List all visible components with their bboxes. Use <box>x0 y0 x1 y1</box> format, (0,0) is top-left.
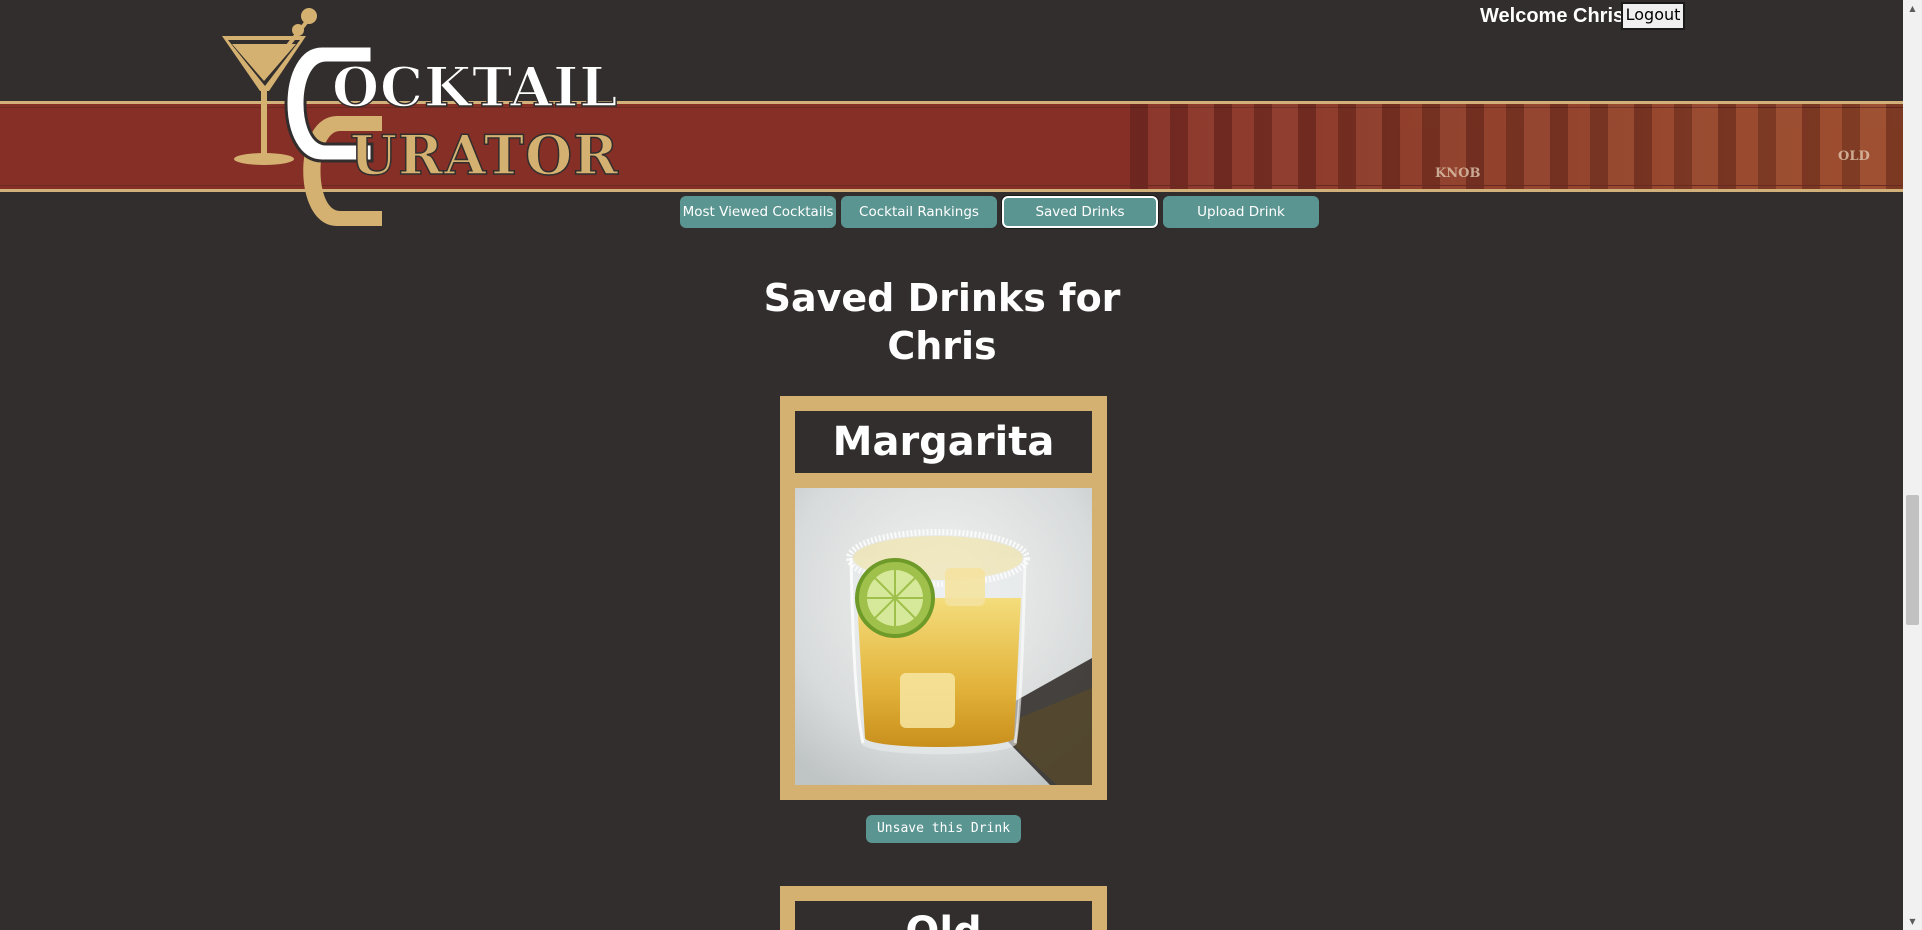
margarita-photo[interactable] <box>795 488 1092 785</box>
page-title: Saved Drinks for Chris <box>763 276 1121 368</box>
logo-text-top: OCKTAIL <box>332 55 618 119</box>
vertical-scrollbar[interactable]: ▲ ▼ <box>1903 0 1922 930</box>
nav-upload-drink[interactable]: Upload Drink <box>1163 196 1319 228</box>
bottle-shelf-image: KNOB OLD <box>1130 104 1903 189</box>
bottle-label: KNOB <box>1435 166 1481 181</box>
nav-cocktail-rankings[interactable]: Cocktail Rankings <box>841 196 997 228</box>
main-nav: Most Viewed Cocktails Cocktail Rankings … <box>680 196 1319 228</box>
welcome-text: Welcome Chris <box>1480 5 1625 27</box>
nav-most-viewed-cocktails[interactable]: Most Viewed Cocktails <box>680 196 836 228</box>
drink-card[interactable]: Margarita <box>780 396 1107 800</box>
browser-viewport: KNOB OLD OCKTAIL URATOR Welcome Chris Lo… <box>0 0 1903 930</box>
scrollbar-thumb[interactable] <box>1906 495 1919 625</box>
unsave-drink-button[interactable]: Unsave this Drink <box>866 815 1021 843</box>
nav-saved-drinks[interactable]: Saved Drinks <box>1002 196 1158 228</box>
logo-text-bottom: URATOR <box>350 123 619 187</box>
drink-name: Old Fashioned <box>795 901 1092 930</box>
scroll-up-icon[interactable]: ▲ <box>1903 0 1922 17</box>
scroll-down-icon[interactable]: ▼ <box>1903 913 1922 930</box>
drink-name: Margarita <box>795 411 1092 473</box>
cocktail-curator-logo[interactable]: OCKTAIL URATOR <box>222 6 622 231</box>
bottle-label: OLD <box>1838 149 1870 164</box>
drink-card[interactable]: Old Fashioned <box>780 886 1107 930</box>
logout-button[interactable]: Logout <box>1621 2 1685 30</box>
